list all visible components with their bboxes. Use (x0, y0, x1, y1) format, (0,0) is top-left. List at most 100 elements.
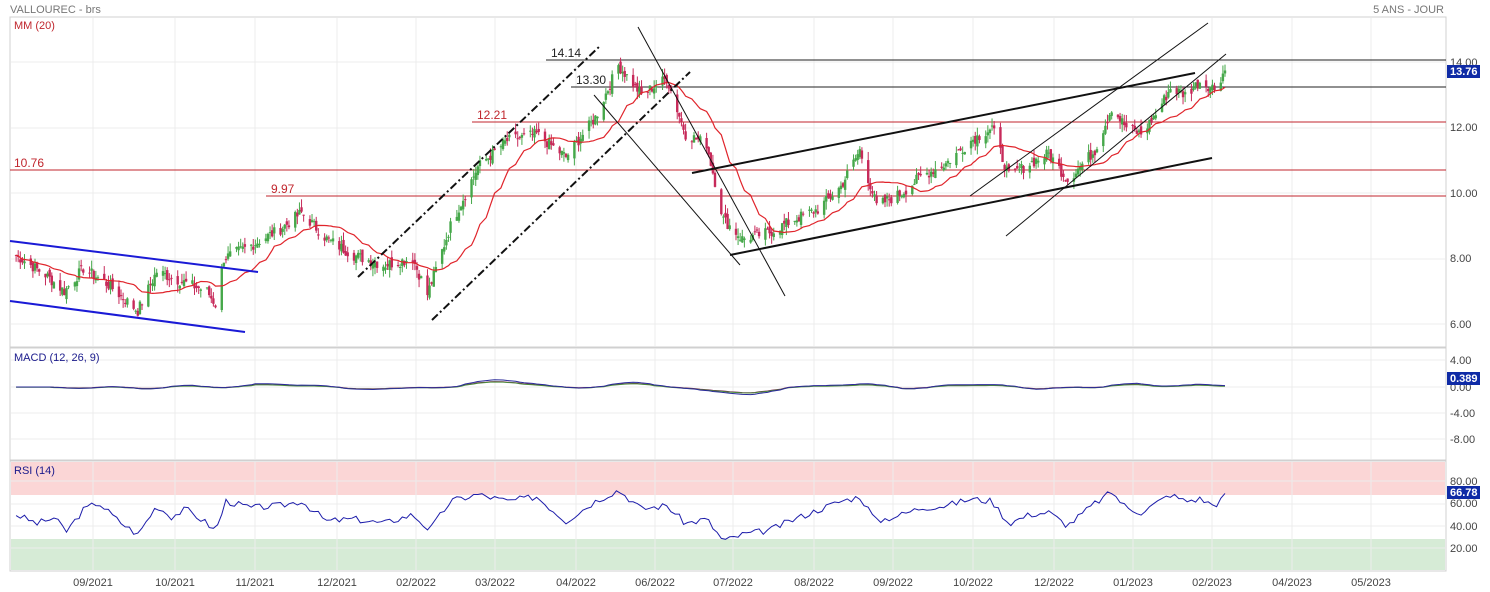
candle-body (533, 128, 536, 138)
candle-body (327, 237, 331, 239)
candle-body (493, 148, 496, 150)
candle-body (386, 263, 389, 267)
x-axis-labels: 09/2021 10/2021 11/2021 12/2021 02/2022 03/20… (73, 577, 1391, 589)
candle-body (529, 130, 532, 132)
price-tick-12: 12.00 (1450, 122, 1478, 134)
candle-body (258, 243, 261, 245)
candle-body (1037, 160, 1040, 163)
x-tick-label: 04/2023 (1272, 577, 1312, 589)
candle-body (757, 231, 761, 237)
candle-body (61, 287, 64, 295)
candle-body (489, 155, 492, 160)
candle-body (464, 199, 467, 201)
candle-body (961, 152, 964, 154)
candle-body (283, 224, 286, 229)
candle-body (919, 173, 922, 176)
candle-body (105, 281, 108, 286)
candle-body (151, 283, 154, 286)
candle-body (352, 252, 356, 261)
candle-body (457, 212, 461, 221)
candle-body (1223, 70, 1227, 74)
candle-body (992, 125, 996, 129)
candle-body (487, 158, 490, 160)
candle-body (459, 206, 463, 211)
candle-body (338, 241, 341, 250)
candle-body (814, 209, 817, 213)
candle-body (560, 150, 563, 156)
candle-body (1001, 145, 1004, 163)
candle-body (707, 147, 710, 155)
candle-body (623, 70, 626, 77)
stock-chart: VALLOUREC - brs 5 ANS - JOUR MM (20) MAC… (9, 4, 1480, 589)
candle-body (974, 136, 977, 144)
candle-body (896, 190, 899, 203)
candle-body (856, 154, 859, 160)
candle-body (846, 170, 849, 179)
candle-body (881, 197, 885, 204)
candle-body (883, 194, 887, 203)
candle-body (107, 281, 110, 289)
candle-body (117, 286, 121, 298)
candle-body (592, 119, 595, 125)
candle-body (682, 124, 685, 130)
candle-body (932, 172, 935, 175)
candle-body (359, 253, 362, 255)
macd-indicator-label: MACD (12, 26, 9) (14, 352, 100, 364)
candle-body (514, 131, 517, 135)
candle-body (940, 166, 943, 168)
candle-body (501, 139, 505, 150)
candle-body (999, 127, 1002, 148)
candle-body (577, 136, 580, 146)
candle-body (944, 163, 948, 167)
candle-body (340, 243, 343, 252)
candle-body (354, 255, 358, 263)
candle-body (235, 247, 238, 249)
candle-body (873, 194, 876, 197)
candle-body (692, 135, 696, 143)
candle-body (48, 269, 51, 277)
candle-body (119, 295, 123, 297)
rsi-indicator-label: RSI (14) (14, 465, 55, 477)
x-tick-label: 12/2021 (317, 577, 357, 589)
candle-body (281, 228, 284, 232)
candle-body (827, 193, 830, 198)
x-tick-label: 08/2022 (794, 577, 834, 589)
candle-body (176, 276, 179, 285)
candle-body (854, 158, 857, 161)
candle-body (384, 267, 387, 270)
candle-body (621, 71, 624, 74)
candle-body (1194, 82, 1197, 89)
candle-body (344, 251, 347, 256)
candle-body (109, 281, 112, 290)
macd-last-value: 0.389 (1450, 373, 1478, 385)
candle-body (720, 189, 723, 215)
price-panel (9, 16, 1447, 348)
candle-body (558, 147, 561, 154)
candle-body (631, 74, 635, 88)
candle-body (753, 231, 757, 233)
candle-body (180, 281, 184, 283)
candle-body (445, 239, 448, 246)
candle-body (1089, 149, 1092, 160)
candle-body (1196, 79, 1199, 89)
candle-body (476, 166, 480, 176)
candle-body (254, 245, 257, 247)
candle-body (1131, 124, 1134, 126)
price-tick-10: 10.00 (1450, 188, 1478, 200)
candle-body (1064, 180, 1067, 182)
x-tick-label: 02/2023 (1192, 577, 1232, 589)
candle-body (279, 227, 282, 235)
candle-body (1211, 84, 1214, 90)
candle-body (195, 285, 198, 288)
candle-body (770, 231, 773, 236)
candle-body (1034, 158, 1038, 164)
candle-body (214, 305, 217, 308)
x-tick-label: 12/2022 (1034, 577, 1074, 589)
candle-body (300, 207, 303, 212)
x-tick-label: 07/2022 (713, 577, 753, 589)
rsi-tick-20: 20.00 (1450, 543, 1478, 555)
candle-body (690, 141, 694, 143)
candle-body (787, 219, 790, 226)
candle-body (252, 246, 255, 250)
candle-body (984, 136, 987, 144)
